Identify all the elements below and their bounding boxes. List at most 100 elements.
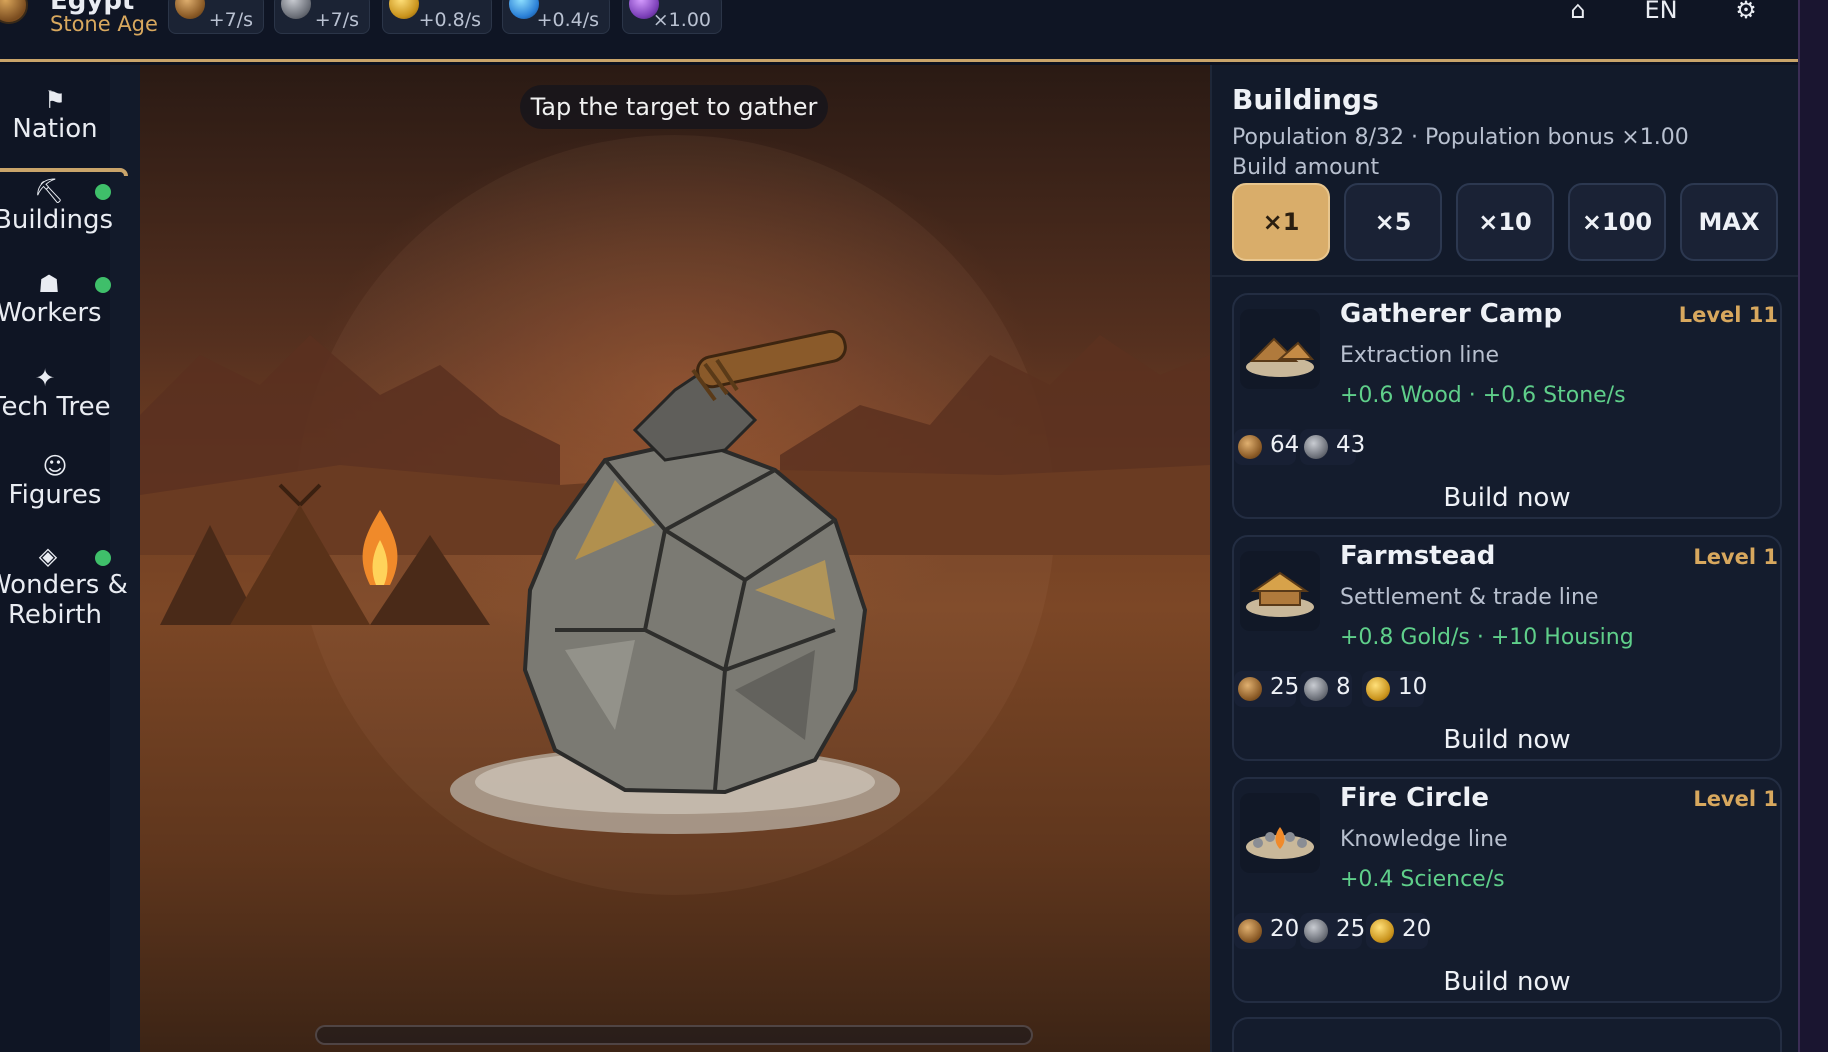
- nav-label: Figures: [8, 480, 102, 510]
- nav-label: Nation: [12, 114, 98, 144]
- face-icon: ☺: [42, 452, 68, 480]
- build-now-button[interactable]: Build now: [1234, 483, 1780, 517]
- stone-icon: [1304, 435, 1328, 459]
- cost-chip-wood: 25: [1234, 671, 1300, 707]
- build-now-button[interactable]: Build now: [1234, 967, 1780, 1001]
- worker-icon: ☗: [38, 270, 60, 298]
- cost-value: 64: [1270, 432, 1300, 458]
- build-now-button[interactable]: Build now: [1234, 725, 1780, 759]
- nav-label-line2: Rebirth: [8, 600, 102, 630]
- cost-value: 20: [1270, 916, 1300, 942]
- nav-label: Buildings: [0, 205, 114, 235]
- nav-item-wonders-rebirth[interactable]: ◈ Wonders & Rebirth: [0, 542, 128, 630]
- stone-target[interactable]: [415, 330, 935, 840]
- cost-value: 10: [1398, 674, 1428, 700]
- home-icon[interactable]: ⌂: [1560, 0, 1596, 26]
- nav-item-nation[interactable]: ⚑ Nation: [0, 86, 110, 144]
- resource-value: 55: [568, 0, 599, 4]
- diamond-icon: ◈: [38, 542, 58, 570]
- amount-button-x10[interactable]: ×10: [1456, 183, 1554, 261]
- notification-dot: [95, 184, 111, 200]
- cost-chip-wood: 64: [1234, 429, 1300, 465]
- resource-rate: +7/s: [314, 9, 359, 31]
- nav-label: Workers: [0, 298, 102, 328]
- building-card-farmstead: Farmstead Level 1 Settlement & trade lin…: [1232, 535, 1782, 761]
- nav-item-figures[interactable]: ☺ Figures: [0, 452, 110, 510]
- sparkle-icon: ✦: [34, 364, 56, 392]
- nav-item-tech-tree[interactable]: ✦ Tech Tree: [0, 364, 111, 422]
- settings-icon[interactable]: ⚙: [1728, 0, 1764, 26]
- resource-value: 425: [207, 0, 253, 4]
- gold-icon: [1366, 677, 1390, 701]
- building-name: Fire Circle: [1340, 783, 1489, 813]
- nav-item-workers[interactable]: ☗ Workers: [0, 270, 104, 328]
- flag-icon: ⚑: [44, 86, 66, 114]
- cost-value: 25: [1270, 674, 1300, 700]
- gold-icon: [1370, 919, 1394, 943]
- stone-icon: [281, 0, 311, 19]
- cost-chip-gold: 10: [1362, 671, 1428, 707]
- resource-chip-stone: 609 +7/s: [274, 0, 370, 34]
- building-yield: +0.8 Gold/s · +10 Housing: [1340, 625, 1634, 650]
- nav-item-buildings[interactable]: ⛏ Buildings: [0, 177, 114, 235]
- cost-value: 25: [1336, 916, 1366, 942]
- civilization-emblem-icon: [0, 0, 28, 24]
- science-icon: [509, 0, 539, 19]
- amount-button-x100[interactable]: ×100: [1568, 183, 1666, 261]
- cost-chip-stone: 43: [1300, 429, 1365, 465]
- resource-value: 609: [313, 0, 359, 4]
- panel-title: Buildings: [1232, 83, 1379, 116]
- cost-chip-stone: 8: [1300, 671, 1352, 707]
- building-yield: +0.6 Wood · +0.6 Stone/s: [1340, 383, 1626, 408]
- resource-chip-wood: 425 +7/s: [168, 0, 264, 34]
- cost-value: 20: [1402, 916, 1432, 942]
- window-edge: [1798, 0, 1828, 1052]
- building-level: Level 11: [1678, 303, 1778, 327]
- building-card-next: [1232, 1017, 1782, 1052]
- sidebar-divider: [110, 65, 140, 1052]
- resource-value: 0: [696, 0, 711, 4]
- campfire-decoration: [362, 510, 398, 585]
- cost-chip-gold: 20: [1366, 913, 1432, 949]
- resource-chip-gold: 105 +0.8/s: [382, 0, 492, 34]
- resource-value: 105: [435, 0, 481, 4]
- amount-button-max[interactable]: MAX: [1680, 183, 1778, 261]
- language-button[interactable]: EN: [1636, 0, 1686, 26]
- resource-rate: +0.4/s: [536, 9, 599, 31]
- scene-scrollbar[interactable]: [315, 1025, 1033, 1045]
- building-yield: +0.4 Science/s: [1340, 867, 1505, 892]
- amount-button-x5[interactable]: ×5: [1344, 183, 1442, 261]
- fire-circle-icon: [1240, 793, 1320, 873]
- game-app: Egypt Stone Age 425 +7/s 609 +7/s 105 +0…: [0, 0, 1828, 1052]
- building-level: Level 1: [1693, 545, 1778, 569]
- building-name: Gatherer Camp: [1340, 299, 1563, 329]
- building-line: Settlement & trade line: [1340, 585, 1599, 610]
- buildings-panel: Buildings Population 8/32 · Population b…: [1210, 65, 1798, 1052]
- stone-icon: [1304, 919, 1328, 943]
- stone-icon: [1304, 677, 1328, 701]
- resource-rate: ×1.00: [652, 9, 711, 31]
- cost-chip-stone: 25: [1300, 913, 1366, 949]
- cost-chip-wood: 20: [1234, 913, 1300, 949]
- top-bar: Egypt Stone Age 425 +7/s 609 +7/s 105 +0…: [0, 0, 1798, 62]
- building-card-fire-circle: Fire Circle Level 1 Knowledge line +0.4 …: [1232, 777, 1782, 1003]
- notification-dot: [95, 550, 111, 566]
- wood-icon: [1238, 435, 1262, 459]
- nav-label: Wonders &: [0, 570, 128, 600]
- build-amount-label: Build amount: [1232, 155, 1380, 180]
- gold-icon: [389, 0, 419, 19]
- civilization-era: Stone Age: [50, 12, 158, 36]
- nav-active-indicator: [0, 168, 128, 176]
- pickaxe-icon: ⛏: [33, 177, 65, 205]
- nav-label: Tech Tree: [0, 392, 111, 422]
- wood-icon: [1238, 919, 1262, 943]
- amount-button-x1[interactable]: ×1: [1232, 183, 1330, 261]
- farmstead-icon: [1240, 551, 1320, 631]
- resource-chip-science: 55 +0.4/s: [502, 0, 610, 34]
- resource-rate: +7/s: [208, 9, 253, 31]
- wood-icon: [1238, 677, 1262, 701]
- building-line: Extraction line: [1340, 343, 1500, 368]
- resource-rate: +0.8/s: [418, 9, 481, 31]
- gather-hint: Tap the target to gather: [520, 85, 828, 129]
- notification-dot: [95, 277, 111, 293]
